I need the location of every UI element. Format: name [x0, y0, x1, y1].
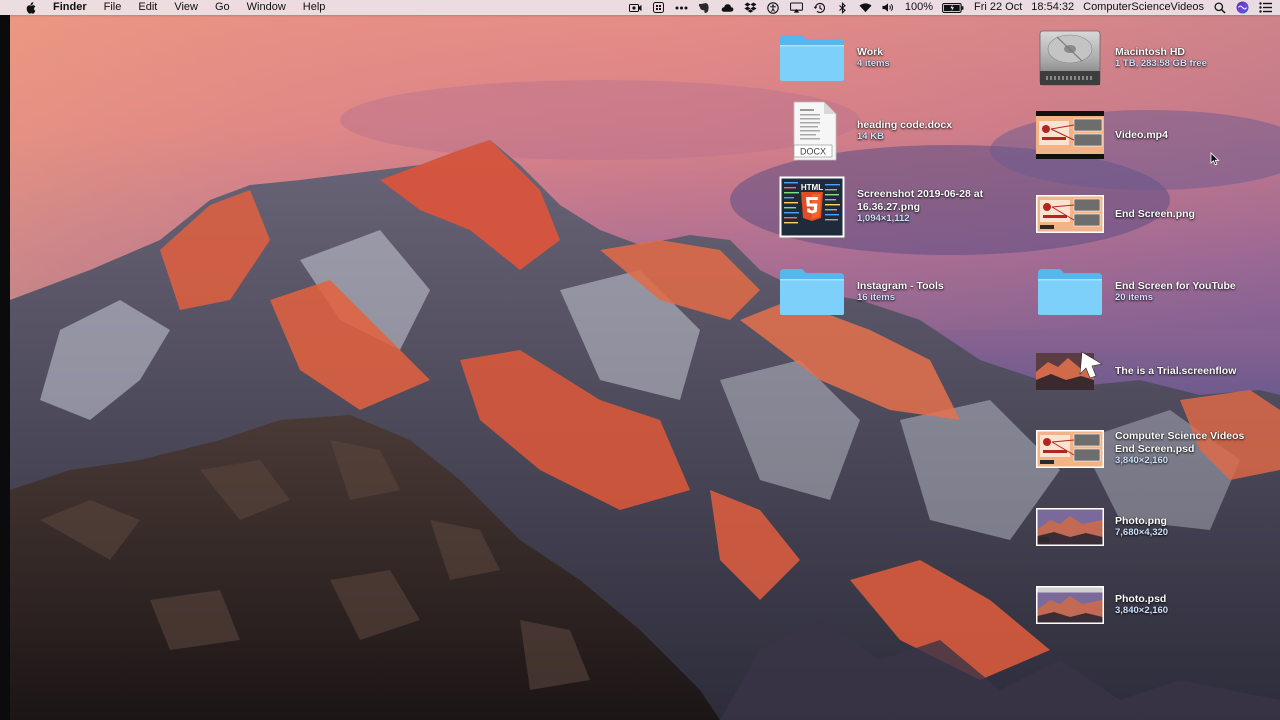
spotlight-search-icon[interactable]	[1213, 1, 1226, 14]
item-info: 1,094×1,112	[857, 213, 910, 225]
desktop-item-end-screen-youtube-folder[interactable]: End Screen for YouTube 20 items	[1035, 267, 1236, 317]
item-info: 3,840×2,160	[1115, 605, 1169, 616]
docx-badge: DOCX	[800, 147, 826, 157]
siri-icon[interactable]	[1236, 1, 1249, 14]
docx-icon: DOCX	[777, 101, 847, 161]
screenflow-icon	[1035, 346, 1105, 396]
battery-percentage: 100%	[904, 1, 933, 13]
menu-edit[interactable]: Edit	[138, 0, 157, 15]
item-name: End Screen.png	[1115, 207, 1195, 220]
item-name: heading code.docx	[857, 118, 953, 131]
menubar-user[interactable]: ComputerScienceVideos	[1083, 0, 1204, 15]
menu-go[interactable]: Go	[215, 0, 230, 15]
desktop-item-work-folder[interactable]: Work 4 items	[777, 33, 890, 83]
image-thumbnail: HTML	[777, 176, 847, 238]
item-name: Computer Science Videos End Screen.psd	[1115, 430, 1245, 455]
hard-drive-icon	[1035, 28, 1105, 88]
desktop-item-screenshot-png[interactable]: HTML Screenshot 2019-06-28 at 16.36.27.p…	[777, 176, 1012, 238]
item-name: Screenshot 2019-06-28 at 16.36.27.png	[857, 188, 984, 213]
battery-icon[interactable]	[942, 2, 964, 14]
dropbox-icon[interactable]	[744, 2, 757, 14]
desktop-item-photo-png[interactable]: Photo.png 7,680×4,320	[1035, 502, 1168, 552]
apple-menu-icon[interactable]	[23, 0, 37, 15]
item-name: The is a Trial.screenflow	[1115, 364, 1237, 377]
desktop-item-screenflow[interactable]: The is a Trial.screenflow	[1035, 346, 1236, 396]
desktop-item-instagram-tools-folder[interactable]: Instagram - Tools 16 items	[777, 267, 944, 317]
menu-view[interactable]: View	[174, 0, 198, 15]
desktop-item-end-screen-png[interactable]: End Screen.png	[1035, 189, 1195, 239]
item-info: 3,840×2,160	[1115, 455, 1169, 467]
menu-file[interactable]: File	[104, 0, 122, 15]
menu-help[interactable]: Help	[303, 0, 326, 15]
screen-edge	[0, 15, 10, 720]
time-machine-icon[interactable]	[813, 2, 826, 14]
image-thumbnail	[1035, 424, 1105, 474]
folder-icon	[777, 267, 847, 317]
item-info: 1 TB, 283.58 GB free	[1115, 58, 1207, 69]
dots-icon[interactable]	[675, 2, 688, 14]
desktop-item-video-mp4[interactable]: Video.mp4	[1035, 110, 1168, 160]
item-info: 16 items	[857, 292, 896, 303]
screen-record-icon[interactable]	[628, 2, 642, 14]
item-info: 14 KB	[857, 131, 884, 142]
item-name: End Screen for YouTube	[1115, 279, 1236, 292]
accessibility-icon[interactable]	[767, 1, 780, 14]
menubar-clock[interactable]: 18:54:32	[1031, 0, 1074, 15]
mouse-cursor-icon	[1210, 152, 1220, 166]
notification-center-icon[interactable]	[1259, 2, 1272, 14]
desktop-item-cs-videos-end-screen-psd[interactable]: Computer Science Videos End Screen.psd 3…	[1035, 424, 1267, 474]
volume-icon[interactable]	[882, 2, 895, 14]
item-info: 4 items	[857, 58, 890, 69]
item-info: 20 items	[1115, 292, 1154, 303]
menu-bar: Finder File Edit View Go Window Help 100…	[0, 0, 1280, 15]
html5-badge: HTML	[801, 183, 823, 192]
bluetooth-icon[interactable]	[836, 1, 849, 14]
folder-icon	[1035, 267, 1105, 317]
menu-finder[interactable]: Finder	[53, 0, 87, 15]
image-thumbnail	[1035, 502, 1105, 552]
item-info: 7,680×4,320	[1115, 527, 1169, 538]
folder-icon	[777, 33, 847, 83]
wifi-icon[interactable]	[859, 2, 872, 14]
desktop-item-docx-file[interactable]: DOCX heading code.docx 14 KB	[777, 101, 953, 161]
item-name: Video.mp4	[1115, 128, 1168, 141]
item-name: Photo.png	[1115, 514, 1167, 527]
qr-icon[interactable]	[652, 2, 665, 14]
desktop-item-photo-psd[interactable]: Photo.psd 3,840×2,160	[1035, 580, 1168, 630]
item-name: Instagram - Tools	[857, 279, 944, 292]
video-thumbnail	[1035, 110, 1105, 160]
image-thumbnail	[1035, 189, 1105, 239]
airplay-icon[interactable]	[789, 2, 803, 14]
menubar-date[interactable]: Fri 22 Oct	[974, 0, 1022, 15]
image-thumbnail	[1035, 580, 1105, 630]
evernote-icon[interactable]	[698, 2, 711, 14]
item-name: Work	[857, 45, 884, 58]
desktop-item-macintosh-hd[interactable]: Macintosh HD 1 TB, 283.58 GB free	[1035, 28, 1207, 88]
item-name: Photo.psd	[1115, 592, 1167, 605]
item-name: Macintosh HD	[1115, 45, 1186, 58]
menu-window[interactable]: Window	[247, 0, 286, 15]
cloud-icon[interactable]	[721, 2, 734, 14]
